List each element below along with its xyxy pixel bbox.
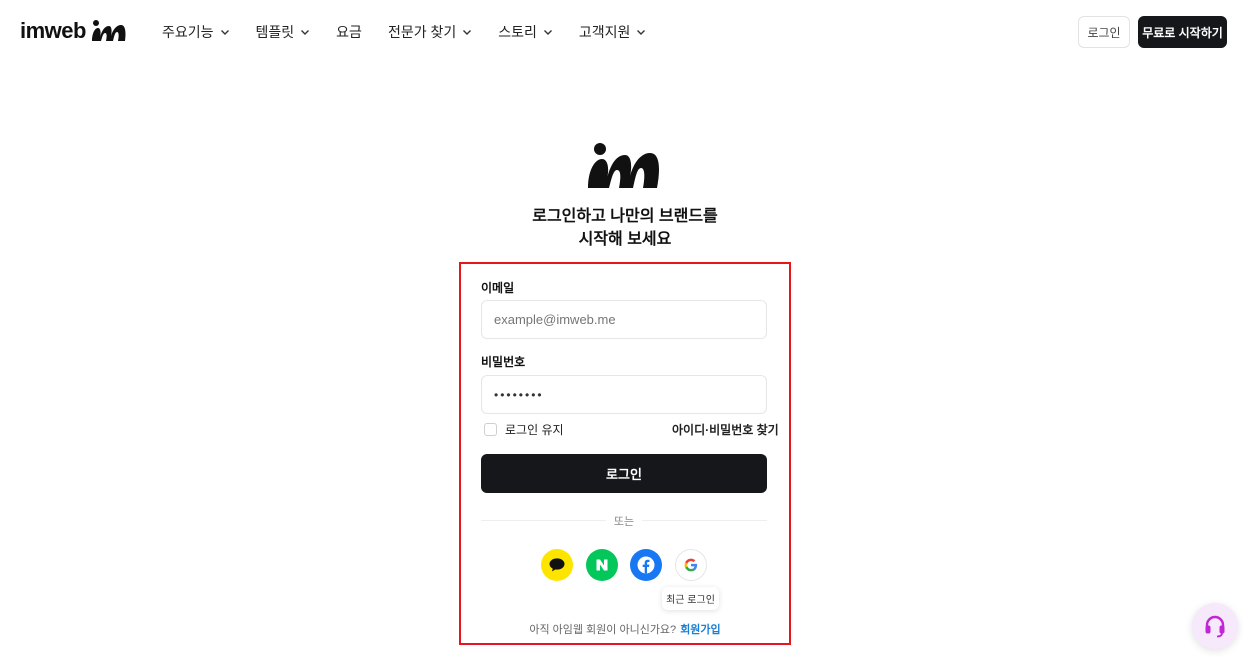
recent-login-tooltip: 최근 로그인	[662, 587, 719, 610]
signup-link[interactable]: 회원가입	[680, 624, 720, 636]
nav-item-label: 템플릿	[255, 24, 295, 40]
chevron-down-icon	[301, 30, 310, 35]
email-field[interactable]	[481, 300, 767, 339]
nav-item-experts[interactable]: 전문가 찾기	[388, 22, 472, 42]
nav-item-label: 주요기능	[162, 24, 214, 40]
email-label: 이메일	[481, 281, 515, 295]
customer-support-button[interactable]	[1192, 603, 1238, 649]
chevron-down-icon	[543, 30, 552, 35]
headset-icon	[1205, 615, 1225, 638]
chevron-down-icon	[637, 30, 646, 35]
page-title: 로그인하고 나만의 브랜드를 시작해 보세요	[425, 205, 825, 251]
nav-item-support[interactable]: 고객지원	[579, 22, 647, 42]
kakao-icon	[549, 558, 565, 572]
remember-label: 로그인 유지	[505, 423, 564, 437]
google-icon	[684, 558, 698, 572]
title-line-1: 로그인하고 나만의 브랜드를	[532, 208, 718, 225]
find-account-link[interactable]: 아이디·비밀번호 찾기	[672, 421, 779, 438]
main-nav: 주요기능 템플릿 요금 전문가 찾기 스토리 고객지원	[162, 22, 646, 42]
nav-item-label: 전문가 찾기	[387, 24, 457, 40]
imweb-logo-mark-icon	[91, 20, 126, 41]
password-label: 비밀번호	[481, 355, 526, 369]
logo-text: imweb	[20, 18, 86, 43]
nav-item-story[interactable]: 스토리	[498, 22, 553, 42]
chevron-down-icon	[463, 30, 472, 35]
imweb-logo[interactable]: imweb	[20, 18, 128, 44]
remember-checkbox[interactable]	[484, 423, 497, 436]
login-button[interactable]: 로그인	[481, 454, 767, 493]
nav-item-features[interactable]: 주요기능	[162, 22, 230, 42]
remember-login[interactable]: 로그인 유지	[484, 421, 564, 438]
signup-prompt: 아직 아임웹 회원이 아니신가요? 회원가입	[459, 621, 791, 637]
imweb-logo-mark-icon	[588, 143, 660, 188]
facebook-login-button[interactable]	[630, 549, 662, 581]
google-login-button[interactable]	[675, 549, 707, 581]
naver-login-button[interactable]	[586, 549, 618, 581]
start-free-button[interactable]: 무료로 시작하기	[1138, 16, 1227, 48]
password-field[interactable]: ••••••••	[481, 375, 767, 414]
or-label: 또는	[606, 513, 642, 529]
nav-item-label: 요금	[336, 24, 362, 40]
header-login-button[interactable]: 로그인	[1078, 16, 1130, 48]
kakao-login-button[interactable]	[541, 549, 573, 581]
chevron-down-icon	[220, 30, 229, 35]
naver-icon	[596, 559, 608, 571]
nav-item-label: 스토리	[498, 24, 537, 40]
signup-prompt-text: 아직 아임웹 회원이 아니신가요?	[529, 624, 677, 636]
nav-item-label: 고객지원	[578, 24, 631, 40]
top-header: imweb 주요기능 템플릿 요금 전문가 찾기 스토리 고객지원 로그인 무료…	[0, 0, 1250, 64]
nav-item-templates[interactable]: 템플릿	[256, 22, 311, 42]
facebook-icon	[637, 556, 655, 574]
nav-item-pricing[interactable]: 요금	[336, 22, 362, 42]
title-line-2: 시작해 보세요	[578, 231, 672, 248]
